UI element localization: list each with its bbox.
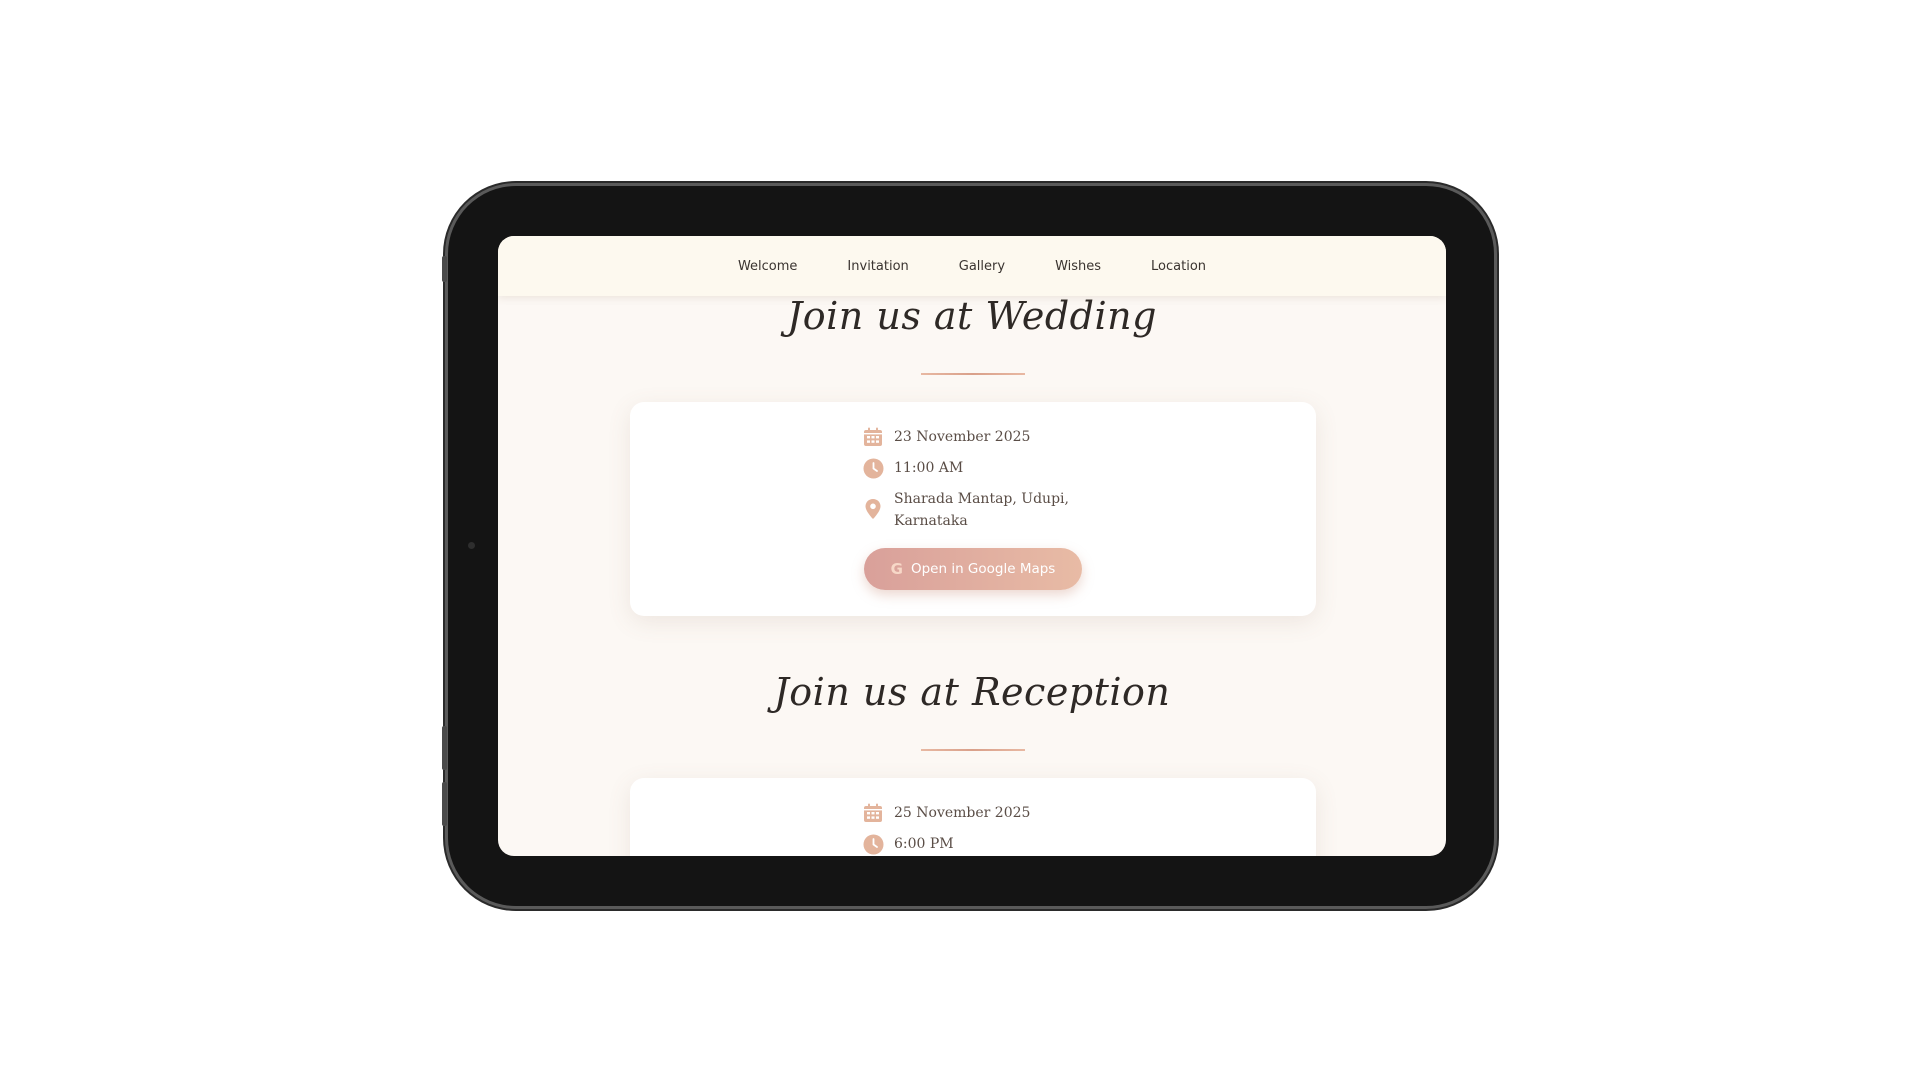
wedding-date-row: 23 November 2025: [862, 426, 1030, 448]
open-google-maps-label: Open in Google Maps: [910, 561, 1056, 577]
wedding-divider: [921, 373, 1025, 375]
google-icon: G: [890, 560, 903, 578]
tablet-frame: Welcome Invitation Gallery Wishes Locati…: [442, 186, 1494, 906]
clock-icon: [862, 457, 884, 479]
nav-item-welcome[interactable]: Welcome: [713, 259, 822, 274]
reception-date: 25 November 2025: [894, 805, 1031, 821]
wedding-time: 11:00 AM: [894, 460, 964, 476]
volume-up-button: [442, 726, 447, 770]
front-camera: [468, 542, 475, 549]
volume-down-button: [442, 782, 447, 826]
reception-time-row: 6:00 PM: [862, 833, 954, 855]
open-google-maps-button[interactable]: G Open in Google Maps: [864, 548, 1082, 590]
calendar-icon: [862, 802, 884, 824]
wedding-venue: Sharada Mantap, Udupi, Karnataka: [894, 488, 1069, 532]
wedding-venue-line2: Karnataka: [894, 513, 968, 529]
power-button: [442, 256, 447, 282]
map-pin-icon: [862, 498, 884, 520]
wedding-date: 23 November 2025: [894, 429, 1031, 445]
wedding-time-row: 11:00 AM: [862, 457, 963, 479]
nav-item-wishes[interactable]: Wishes: [1030, 259, 1126, 274]
top-navbar: Welcome Invitation Gallery Wishes Locati…: [498, 236, 1446, 296]
wedding-venue-row: Sharada Mantap, Udupi, Karnataka: [862, 488, 1069, 532]
nav-item-location[interactable]: Location: [1126, 259, 1231, 274]
wedding-details-card: 23 November 2025 11:00 AM Sharada Mantap…: [630, 402, 1316, 616]
screen: Welcome Invitation Gallery Wishes Locati…: [498, 236, 1446, 856]
calendar-icon: [862, 426, 884, 448]
reception-divider: [921, 749, 1025, 751]
nav-item-invitation[interactable]: Invitation: [822, 259, 933, 274]
reception-date-row: 25 November 2025: [862, 802, 1030, 824]
reception-details-card: 25 November 2025 6:00 PM: [630, 778, 1316, 856]
nav-item-gallery[interactable]: Gallery: [934, 259, 1030, 274]
reception-time: 6:00 PM: [894, 836, 954, 852]
clock-icon: [862, 833, 884, 855]
wedding-venue-line1: Sharada Mantap, Udupi,: [894, 491, 1069, 507]
reception-title: Join us at Reception: [773, 670, 1171, 714]
wedding-title: Join us at Wedding: [787, 294, 1157, 338]
